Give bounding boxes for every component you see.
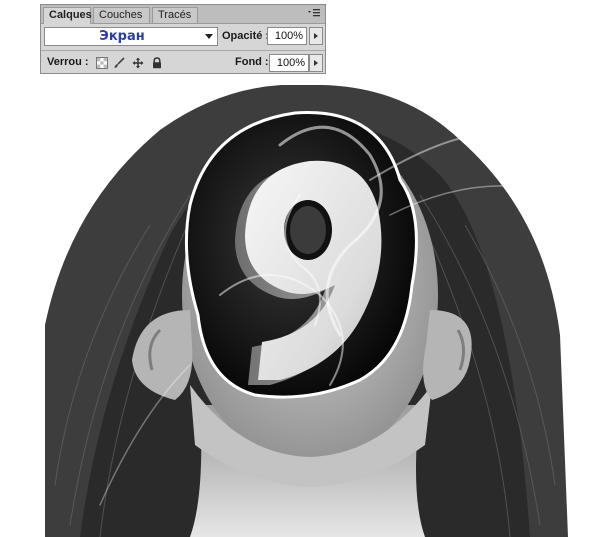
chevron-down-icon bbox=[205, 34, 213, 39]
panel-tab-bar: Calques Couches Tracés bbox=[41, 5, 325, 24]
layer-artwork-image bbox=[45, 85, 568, 537]
tab-traces[interactable]: Tracés bbox=[152, 7, 198, 23]
lock-all-padlock-icon[interactable] bbox=[151, 57, 163, 69]
panel-divider bbox=[41, 50, 325, 51]
opacity-slider-toggle-button[interactable] bbox=[309, 27, 323, 45]
tab-couches[interactable]: Couches bbox=[93, 7, 150, 23]
lock-position-move-icon[interactable] bbox=[132, 57, 144, 69]
tab-calques[interactable]: Calques bbox=[43, 7, 92, 24]
opacity-field[interactable]: 100% bbox=[267, 27, 307, 45]
panel-menu-icon[interactable] bbox=[307, 8, 321, 19]
fill-label: Fond : bbox=[235, 56, 269, 68]
lock-label: Verrou : bbox=[47, 56, 89, 68]
fill-slider-toggle-button[interactable] bbox=[309, 54, 323, 72]
blend-mode-value: Экран bbox=[99, 29, 145, 44]
opacity-label: Opacité : bbox=[222, 30, 270, 42]
blend-opacity-row: Экран Opacité : 100% bbox=[41, 25, 325, 49]
lock-pixels-brush-icon[interactable] bbox=[113, 57, 125, 69]
blend-mode-select[interactable]: Экран bbox=[44, 27, 218, 46]
layers-panel: Calques Couches Tracés Экран Opacité : 1… bbox=[40, 4, 326, 74]
lock-fill-row: Verrou : Fond : 100% bbox=[41, 52, 325, 74]
fill-field[interactable]: 100% bbox=[269, 54, 309, 72]
lock-transparency-icon[interactable] bbox=[96, 57, 108, 69]
